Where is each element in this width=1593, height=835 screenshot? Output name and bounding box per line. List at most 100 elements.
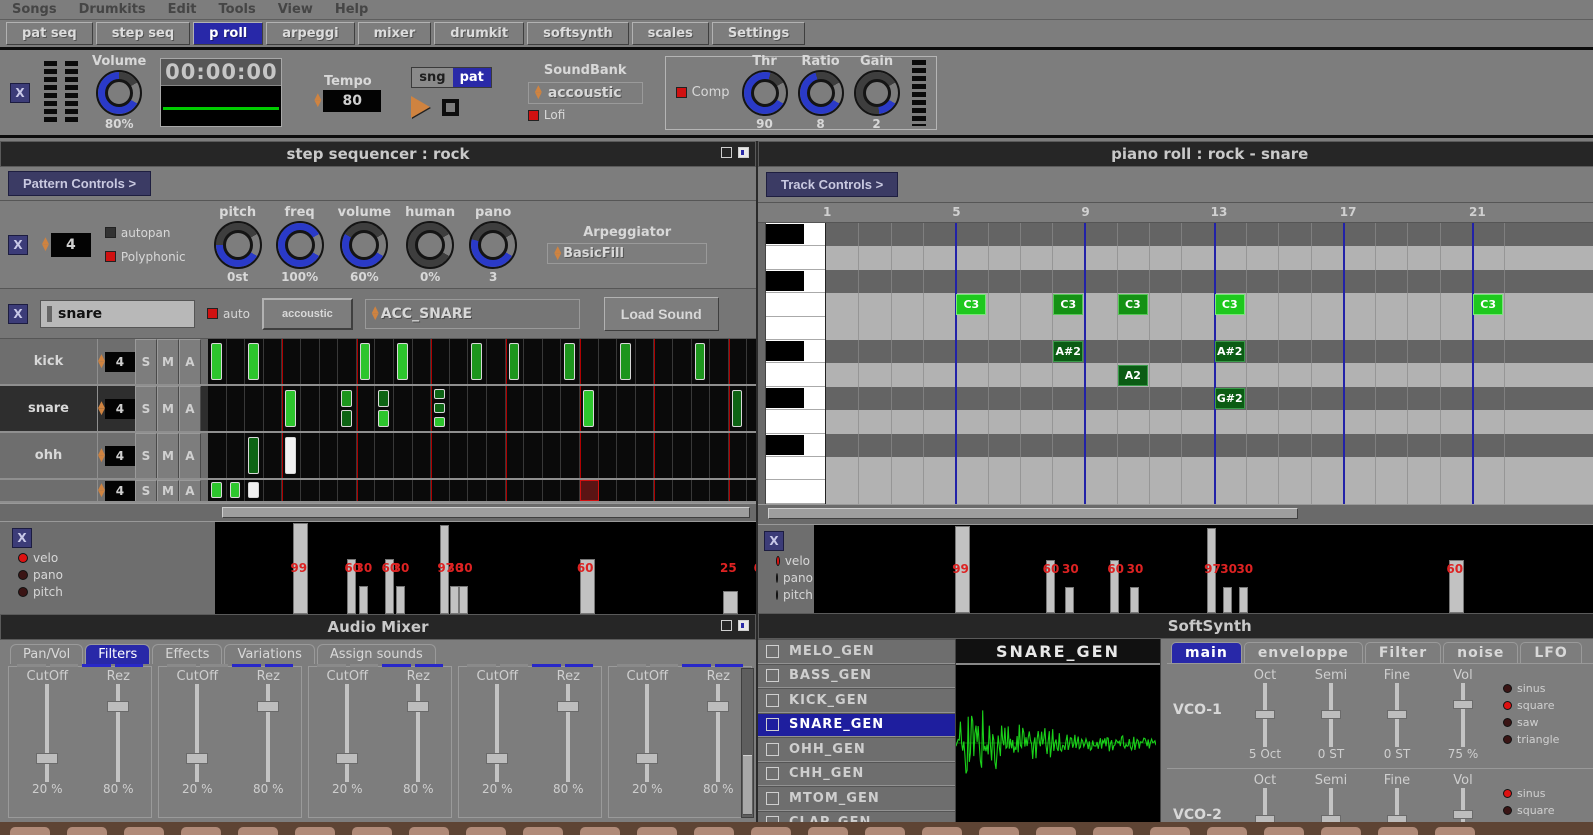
pano-radio[interactable] — [776, 573, 778, 583]
step-note[interactable] — [341, 410, 352, 427]
step-cell[interactable] — [561, 386, 580, 431]
step-cell[interactable] — [431, 480, 450, 501]
sample-selector[interactable]: ▲▼ ACC_SNARE — [365, 299, 580, 329]
vco-slider-fine-track[interactable] — [1387, 788, 1407, 822]
step-cell[interactable] — [282, 480, 301, 501]
slider-handle[interactable] — [107, 701, 129, 712]
grid-row[interactable] — [826, 340, 1593, 363]
track-controls-button[interactable]: Track Controls > — [766, 172, 898, 197]
grid-row[interactable] — [826, 410, 1593, 433]
step-cell[interactable] — [747, 433, 756, 478]
tempo-value[interactable]: 80 — [323, 90, 381, 112]
step-cell[interactable] — [227, 339, 246, 384]
arpeggiator-selector[interactable]: ▲▼ BasicFill — [547, 243, 707, 264]
step-note[interactable] — [434, 417, 445, 428]
track-s-button[interactable]: S — [135, 480, 157, 501]
velocity-bar[interactable] — [1130, 587, 1139, 613]
piano-key[interactable] — [766, 317, 825, 340]
step-cell[interactable] — [561, 433, 580, 478]
note-C3[interactable]: C3 — [956, 294, 986, 315]
track-s-button[interactable]: S — [135, 433, 157, 478]
piano-key[interactable] — [766, 340, 825, 363]
note-Gs2[interactable]: G#2 — [1215, 388, 1245, 409]
step-cell[interactable] — [710, 386, 729, 431]
volume-knob[interactable] — [96, 70, 142, 116]
step-cell[interactable] — [487, 386, 506, 431]
step-cell[interactable] — [710, 339, 729, 384]
step-cell[interactable] — [673, 339, 692, 384]
piano-key[interactable] — [766, 270, 825, 293]
gen-item-CHH_GEN[interactable]: CHH_GEN — [758, 762, 955, 787]
slider-handle[interactable] — [486, 753, 508, 764]
step-cell[interactable] — [654, 386, 673, 431]
piano-key[interactable] — [766, 410, 825, 433]
step-cell[interactable] — [413, 386, 432, 431]
mixer-tab-Variations[interactable]: Variations — [224, 644, 314, 664]
track-steps-value[interactable]: 4 — [105, 481, 135, 501]
step-note[interactable] — [248, 343, 259, 380]
track-steps-value[interactable]: 4 — [105, 399, 135, 419]
vco-slider-fine-handle[interactable] — [1387, 815, 1407, 822]
polyphonic-checkbox[interactable] — [105, 251, 116, 262]
gen-checkbox[interactable] — [766, 718, 779, 731]
menu-songs[interactable]: Songs — [12, 2, 57, 17]
step-cell[interactable] — [673, 433, 692, 478]
vco-slider-fine-handle[interactable] — [1387, 710, 1407, 719]
vco-slider-vol-handle[interactable] — [1453, 700, 1473, 709]
step-cell[interactable] — [524, 480, 543, 501]
vco-slider-vol-track[interactable] — [1453, 788, 1473, 822]
step-cell[interactable] — [543, 433, 562, 478]
synth-tab-LFO[interactable]: LFO — [1520, 642, 1581, 663]
step-cell[interactable] — [208, 386, 227, 431]
black-key[interactable] — [766, 435, 804, 455]
pitch-radio[interactable] — [18, 587, 28, 597]
mixer-tab-Pan-Vol[interactable]: Pan/Vol — [10, 644, 83, 664]
step-note[interactable] — [360, 343, 371, 380]
step-cell[interactable] — [450, 339, 469, 384]
step-cell[interactable] — [747, 339, 756, 384]
saw-radio[interactable] — [1503, 718, 1512, 727]
step-cell[interactable] — [729, 433, 748, 478]
sinus-radio[interactable] — [1503, 789, 1512, 798]
track-steps-spinner[interactable]: ▲▼ — [98, 449, 105, 463]
track-step-grid[interactable] — [208, 433, 756, 478]
square-radio[interactable] — [1503, 806, 1512, 815]
pattern-volume-knob[interactable] — [340, 221, 388, 269]
step-note[interactable] — [397, 343, 408, 380]
gen-checkbox[interactable] — [766, 645, 779, 658]
track-step-grid[interactable] — [208, 386, 756, 431]
step-cell[interactable] — [320, 433, 339, 478]
piano-key[interactable] — [766, 363, 825, 386]
note-C3[interactable]: C3 — [1053, 294, 1083, 315]
step-cell[interactable] — [450, 386, 469, 431]
step-cell[interactable] — [543, 339, 562, 384]
track-m-button[interactable]: M — [157, 386, 179, 431]
step-cell[interactable] — [524, 433, 543, 478]
step-cell[interactable] — [487, 480, 506, 501]
slider-track[interactable] — [405, 684, 431, 782]
step-note[interactable] — [285, 437, 296, 474]
grid-row[interactable] — [826, 270, 1593, 293]
step-cell[interactable] — [636, 339, 655, 384]
synth-tab-main[interactable]: main — [1171, 642, 1242, 663]
step-cell[interactable] — [338, 339, 357, 384]
comp-checkbox[interactable] — [676, 87, 687, 98]
step-note[interactable] — [211, 343, 222, 380]
slider-handle[interactable] — [636, 753, 658, 764]
pano-radio[interactable] — [18, 570, 28, 580]
mixer-restore-icon[interactable] — [721, 620, 732, 631]
track-a-button[interactable]: A — [179, 433, 201, 478]
menu-help[interactable]: Help — [335, 2, 368, 17]
comp-gain-knob[interactable] — [854, 70, 900, 116]
load-sound-button[interactable]: Load Sound — [604, 297, 719, 331]
step-cell[interactable] — [375, 339, 394, 384]
step-cell[interactable] — [543, 386, 562, 431]
track-m-button[interactable]: M — [157, 433, 179, 478]
vco-slider-semi-track[interactable] — [1321, 683, 1341, 747]
step-cell[interactable] — [450, 433, 469, 478]
pattern-pitch-knob[interactable] — [214, 221, 262, 269]
step-cell[interactable] — [375, 433, 394, 478]
step-note[interactable] — [564, 343, 575, 380]
black-key[interactable] — [766, 388, 804, 408]
song-mode-button[interactable]: sng — [412, 68, 452, 87]
